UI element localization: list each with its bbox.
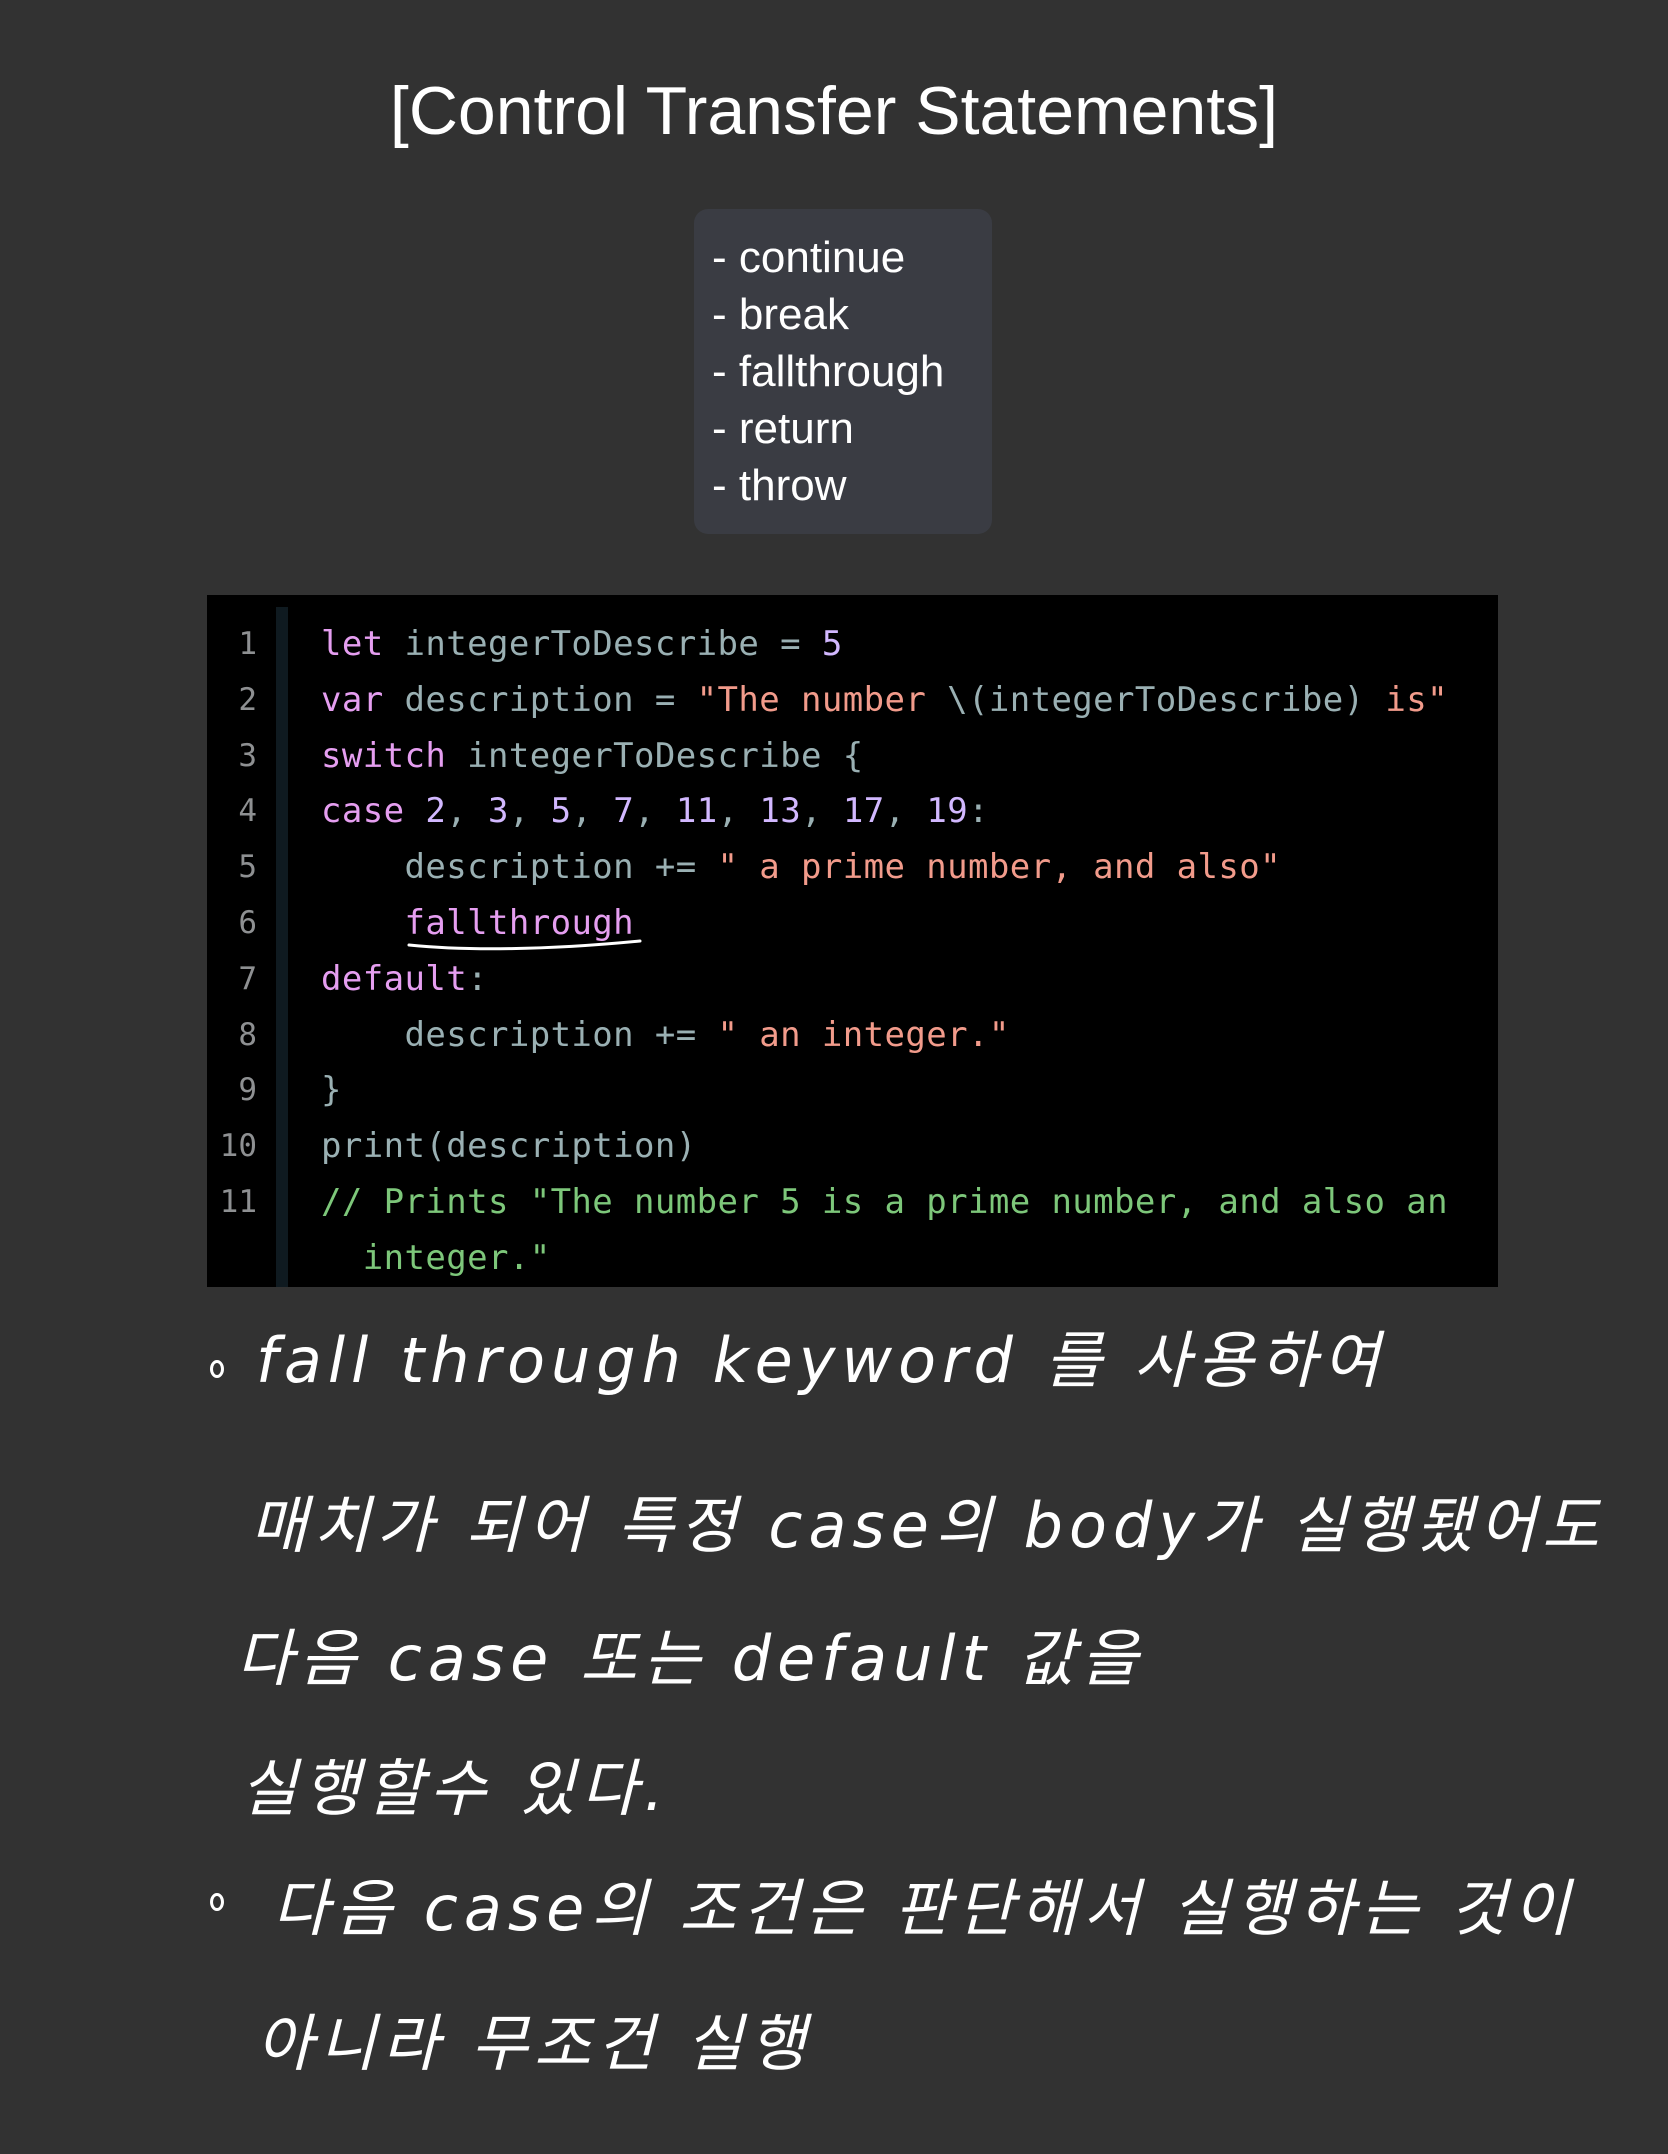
code-token: , xyxy=(801,791,843,832)
code-token: 13 xyxy=(759,791,802,832)
line-number: 9 xyxy=(238,1072,257,1109)
code-token: print(description) xyxy=(321,1126,697,1167)
keyword-item: - break xyxy=(712,290,849,339)
code-token: \(integerToDescribe) xyxy=(947,679,1365,720)
code-token: // Prints "The number 5 is a prime numbe… xyxy=(321,1182,1448,1222)
line-number: 6 xyxy=(238,905,257,941)
code-token: integerToDescribe { xyxy=(446,735,864,776)
code-token: , xyxy=(717,791,760,832)
code-token: : xyxy=(467,958,488,999)
keyword-item: - return xyxy=(712,404,854,453)
code-token: description += xyxy=(321,847,718,888)
code-token: , xyxy=(634,791,676,832)
keyword-item: - throw xyxy=(712,461,847,510)
code-line: print(description) xyxy=(321,1126,697,1166)
code-token: , xyxy=(884,791,927,832)
line-number: 3 xyxy=(238,737,257,774)
code-token: , xyxy=(571,791,614,832)
code-line: // Prints "The number 5 is a prime numbe… xyxy=(321,1182,1448,1222)
line-number: 10 xyxy=(219,1128,257,1165)
code-token: integerToDescribe = xyxy=(383,624,822,664)
line-number: 5 xyxy=(238,849,257,886)
code-token: is" xyxy=(1364,679,1448,720)
code-token: " an integer." xyxy=(717,1014,1010,1055)
code-token: 2 xyxy=(425,791,447,832)
code-line: var description = "The number \(integerT… xyxy=(321,680,1448,720)
code-token: 5 xyxy=(550,791,572,832)
note-line: fall through keyword 를 사용하여 xyxy=(256,1324,1386,1397)
keyword-item: - continue xyxy=(712,233,906,282)
code-line: switch integerToDescribe { xyxy=(321,736,864,776)
code-line: case 2, 3, 5, 7, 11, 13, 17, 19: xyxy=(321,791,989,831)
code-token: } xyxy=(321,1070,342,1111)
code-token: , xyxy=(508,791,551,832)
code-token: fallthrough xyxy=(404,903,635,943)
code-token: description = xyxy=(383,679,697,720)
bullet-dot xyxy=(210,1360,224,1378)
code-token: description += xyxy=(321,1014,718,1055)
code-token: , xyxy=(446,791,488,832)
code-gutter-bar xyxy=(276,607,288,1287)
code-token: switch xyxy=(321,735,447,776)
code-token: : xyxy=(968,791,989,832)
keyword-list-box: - continue - break - fallthrough - retur… xyxy=(694,209,992,534)
bullet-dot xyxy=(210,1893,224,1911)
code-line: let integerToDescribe = 5 xyxy=(321,624,843,664)
code-token: integer." xyxy=(321,1237,551,1278)
code-line: integer." xyxy=(321,1238,551,1278)
line-number: 7 xyxy=(238,960,257,997)
keyword-item: - fallthrough xyxy=(712,347,945,396)
code-block: 1 2 3 4 5 6 7 8 9 10 11 let integerToDescribe = 5v… xyxy=(207,595,1498,1287)
code-line: default: xyxy=(321,959,488,999)
note-line: 아니라 무조건 실행 xyxy=(256,2007,812,2080)
code-token: 17 xyxy=(842,791,885,832)
note-line: 다음 case 또는 default 값을 xyxy=(236,1622,1144,1695)
code-token: 5 xyxy=(821,624,843,664)
code-token: 7 xyxy=(613,791,635,832)
code-token: 3 xyxy=(487,791,509,832)
note-line: 다음 case의 조건은 판단해서 실행하는 것이 xyxy=(272,1872,1576,1945)
code-token: case xyxy=(321,791,405,832)
code-line: fallthrough xyxy=(321,903,634,943)
code-line: description += " an integer." xyxy=(321,1015,1010,1055)
handwritten-notes: fall through keyword 를 사용하여 매치가 되어 특정 ca… xyxy=(0,1290,1668,2154)
code-line: description += " a prime number, and als… xyxy=(321,847,1281,887)
note-line: 매치가 되어 특정 case의 body가 실행됐어도 xyxy=(250,1489,1605,1562)
line-number: 1 xyxy=(238,626,257,662)
line-number: 2 xyxy=(238,681,257,718)
page-title: [Control Transfer Statements] xyxy=(389,73,1279,149)
note-line: 실행할수 있다. xyxy=(240,1752,670,1825)
code-token: "The number xyxy=(696,679,948,720)
line-number: 11 xyxy=(219,1184,257,1220)
code-token: 11 xyxy=(675,791,718,832)
code-token: let xyxy=(321,624,384,664)
code-token: var xyxy=(321,679,384,720)
code-token: 19 xyxy=(926,791,969,832)
code-token: " a prime number, and also" xyxy=(717,847,1282,888)
line-number: 4 xyxy=(238,793,257,830)
code-token: default xyxy=(321,958,468,999)
code-line: } xyxy=(321,1070,342,1110)
line-number: 8 xyxy=(238,1016,257,1053)
